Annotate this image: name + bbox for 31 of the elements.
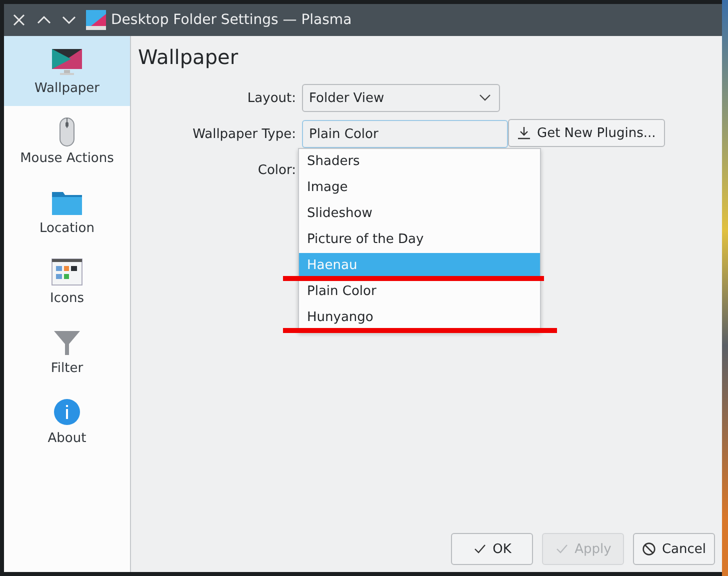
info-icon [51, 396, 83, 426]
layout-dropdown[interactable]: Folder View [302, 84, 500, 112]
get-plugins-button[interactable]: Get New Plugins... [508, 119, 665, 147]
ok-button[interactable]: OK [451, 533, 533, 565]
field-label: Layout: [246, 90, 296, 106]
sidebar-item[interactable]: Wallpaper [4, 36, 130, 106]
sidebar-item[interactable]: Location [4, 176, 130, 246]
menu-item[interactable]: Shaders [299, 149, 540, 175]
menu-item[interactable]: Image [299, 175, 540, 201]
window-grid-icon [51, 256, 83, 286]
menu-item[interactable]: Hunyango [299, 305, 540, 331]
download-icon [517, 126, 531, 140]
check-icon [472, 542, 487, 556]
cancel-button[interactable]: Cancel [633, 533, 715, 565]
menu-item[interactable]: Picture of the Day [299, 227, 540, 253]
cancel-icon [642, 542, 656, 556]
sidebar-item[interactable]: About [4, 386, 130, 456]
check-icon [554, 542, 569, 556]
wallpaper-type-dropdown[interactable]: Plain Color [302, 120, 508, 148]
caret-icon [479, 94, 491, 102]
menu-item[interactable]: Plain Color [299, 279, 540, 305]
sidebar-item[interactable]: Mouse Actions [4, 106, 130, 176]
app-icon [86, 10, 106, 30]
window-title: Desktop Folder Settings — Plasma [111, 12, 352, 28]
sidebar-item[interactable]: Filter [4, 316, 130, 386]
menu-item[interactable]: Slideshow [299, 201, 540, 227]
page-title: Wallpaper [138, 44, 238, 71]
field-label: Wallpaper Type: [192, 126, 296, 142]
monitor-icon [51, 46, 83, 76]
sidebar-item[interactable]: Icons [4, 246, 130, 316]
field-label: Color: [256, 162, 296, 178]
